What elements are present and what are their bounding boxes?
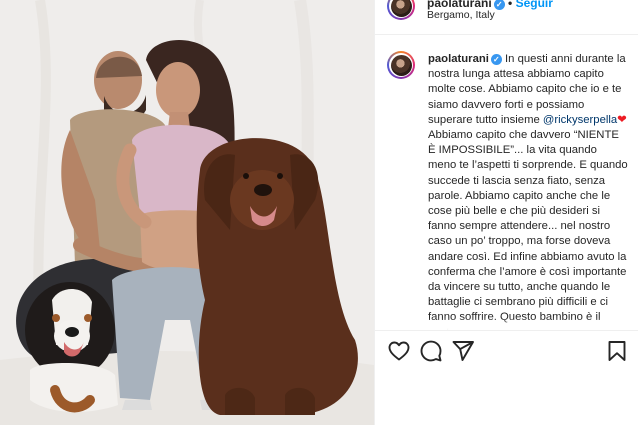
heart-icon: [388, 341, 410, 361]
like-button[interactable]: [387, 339, 411, 363]
caption-mention-link[interactable]: @rickyserpella: [543, 114, 617, 126]
share-icon: [452, 341, 474, 361]
action-bar: [375, 330, 638, 371]
caption-text-part2: Abbiamo capito che davvero “NIENTE È IMP…: [428, 129, 628, 330]
follow-button[interactable]: Seguir: [516, 0, 553, 10]
photo-illustration: [0, 0, 374, 425]
post-caption: paolaturani ✓ In questi anni durante la n…: [428, 52, 628, 330]
caption-verified-badge-icon: ✓: [490, 54, 502, 65]
caption-username[interactable]: paolaturani: [428, 53, 489, 65]
post-photo[interactable]: [0, 0, 374, 425]
verified-badge-icon: ✓: [493, 0, 505, 10]
separator-dot: •: [508, 0, 513, 10]
comment-icon: [420, 340, 442, 362]
share-button[interactable]: [451, 339, 475, 363]
post-location[interactable]: Bergamo, Italy: [427, 9, 495, 21]
caption-author-avatar[interactable]: [387, 51, 415, 79]
post-header: paolaturani ✓ • Seguir Bergamo, Italy: [375, 0, 638, 35]
caption-section: paolaturani ✓ In questi anni durante la n…: [375, 34, 638, 330]
save-button[interactable]: [605, 339, 629, 363]
post-side-panel: paolaturani ✓ • Seguir Bergamo, Italy pao…: [374, 0, 638, 425]
bookmark-icon: [608, 341, 626, 361]
comment-button[interactable]: [419, 339, 443, 363]
caption-fade: [375, 318, 638, 330]
heart-emoji-icon: ❤: [617, 113, 627, 126]
author-avatar[interactable]: [387, 0, 415, 20]
